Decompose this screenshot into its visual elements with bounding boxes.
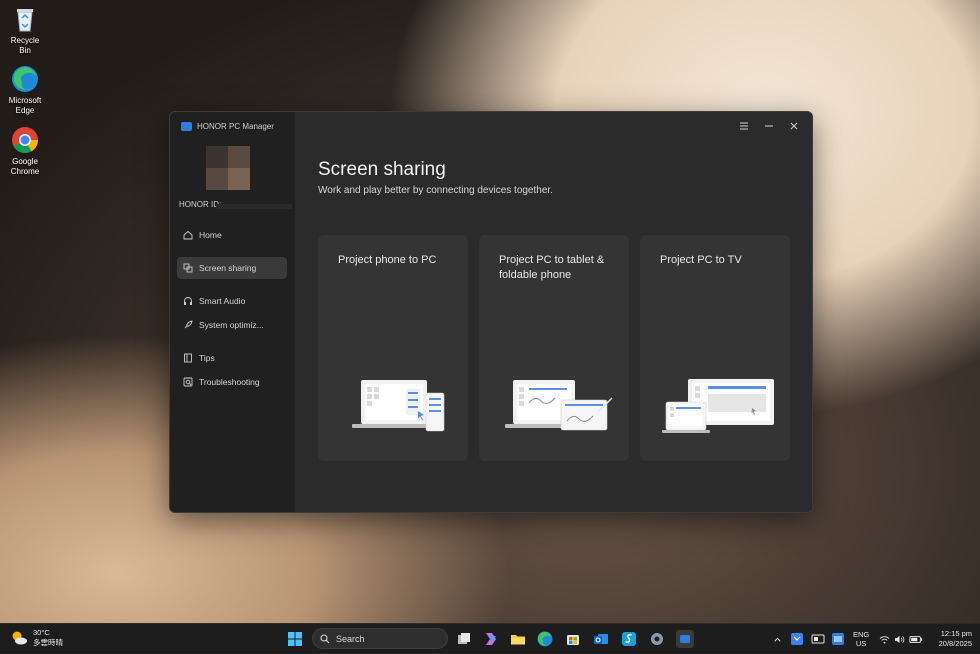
card-project-pc-to-tv[interactable]: Project PC to TV <box>640 235 790 461</box>
chrome-icon <box>10 125 40 155</box>
sidebar-item-label: Screen sharing <box>199 263 257 273</box>
sidebar-item-troubleshooting[interactable]: Troubleshooting <box>177 371 287 393</box>
honor-logo-icon <box>181 122 192 131</box>
desktop-icon-label: Google Chrome <box>10 157 40 176</box>
sidebar-item-home[interactable]: Home <box>177 224 287 246</box>
desktop-icon-microsoft-edge[interactable]: Microsoft Edge <box>4 64 46 116</box>
main-content: Screen sharing Work and play better by c… <box>295 112 812 512</box>
sidebar-item-label: Troubleshooting <box>199 377 260 387</box>
edge-icon[interactable] <box>536 630 554 648</box>
sidebar-item-label: System optimiz... <box>199 320 264 330</box>
book-icon <box>184 353 192 363</box>
chevron-up-icon[interactable] <box>773 635 782 644</box>
avatar[interactable] <box>206 146 250 190</box>
outlook-icon[interactable] <box>592 630 610 648</box>
sidebar: HONOR PC Manager HONOR ID: Home Screen s… <box>170 112 295 512</box>
lang-line1: ENG <box>853 630 870 639</box>
tray-honor-icon[interactable] <box>831 632 845 646</box>
card-title: Project PC to TV <box>660 254 742 266</box>
page-title: Screen sharing <box>318 159 446 180</box>
desktop-icon-label: Microsoft Edge <box>8 96 42 115</box>
sidebar-item-label: Home <box>199 230 222 240</box>
desktop-icon-recycle-bin[interactable]: Recycle Bin <box>4 4 46 56</box>
wifi-icon <box>879 635 890 644</box>
pc-to-tv-illustration <box>662 379 774 433</box>
recycle-bin-icon <box>10 4 40 34</box>
rocket-icon <box>184 320 193 329</box>
hamburger-icon <box>740 122 748 130</box>
sidebar-item-label: Smart Audio <box>199 296 246 306</box>
microsoft-store-icon[interactable] <box>564 630 582 648</box>
app-title-bar: HONOR PC Manager <box>181 122 274 131</box>
weather-temp: 30°C <box>33 628 50 637</box>
edge-icon <box>10 64 40 94</box>
clock[interactable]: 12:15 pm 20/8/2025 <box>932 624 972 654</box>
card-project-phone-to-pc[interactable]: Project phone to PC <box>318 235 468 461</box>
sidebar-item-system-optimization[interactable]: System optimiz... <box>177 314 287 336</box>
file-explorer-icon[interactable] <box>509 630 527 648</box>
clock-time: 12:15 pm <box>940 629 972 638</box>
desktop-icon-google-chrome[interactable]: Google Chrome <box>4 125 46 177</box>
card-title: Project PC to tablet & foldable phone <box>499 254 605 281</box>
battery-icon <box>909 635 923 643</box>
menu-button[interactable] <box>734 118 754 134</box>
windows-start-icon[interactable] <box>286 630 304 648</box>
pc-to-tablet-illustration <box>505 380 613 431</box>
taskbar-search[interactable]: Search <box>312 628 448 649</box>
partly-cloudy-icon <box>12 631 27 645</box>
tray-app-icon[interactable] <box>790 632 804 646</box>
phone-to-pc-illustration <box>352 380 445 432</box>
app-s-icon[interactable] <box>620 630 638 648</box>
honor-pc-manager-window: HONOR PC Manager HONOR ID: Home Screen s… <box>169 111 813 513</box>
language-indicator[interactable]: ENG US <box>853 624 869 654</box>
screen-share-icon <box>183 263 193 273</box>
card-title: Project phone to PC <box>338 254 437 266</box>
search-icon <box>320 633 330 643</box>
honor-id-value-redacted <box>216 204 292 209</box>
home-icon <box>183 230 193 240</box>
troubleshoot-icon <box>183 377 193 387</box>
minimize-button[interactable] <box>759 118 779 134</box>
weather-desc: 多雲時晴 <box>33 638 63 647</box>
sidebar-item-screen-sharing[interactable]: Screen sharing <box>177 257 287 279</box>
page-subtitle: Work and play better by connecting devic… <box>318 185 553 196</box>
clock-date: 20/8/2025 <box>938 639 972 648</box>
honor-pc-manager-taskbar-icon[interactable] <box>676 630 694 648</box>
task-view-icon[interactable] <box>455 630 473 648</box>
tray-device-icon[interactable] <box>811 632 825 646</box>
copilot-icon[interactable] <box>482 630 500 648</box>
weather-widget[interactable]: 30°C 多雲時晴 <box>10 628 63 648</box>
search-label: Search <box>336 633 365 644</box>
settings-gear-icon[interactable] <box>648 630 666 648</box>
card-project-pc-to-tablet[interactable]: Project PC to tablet & foldable phone <box>479 235 629 461</box>
taskbar: 30°C 多雲時晴 Search ENG US 12:15 pm 20/8/20… <box>0 623 980 653</box>
minimize-icon <box>765 125 773 127</box>
volume-icon <box>895 635 905 643</box>
honor-id-label: HONOR ID: <box>179 200 222 209</box>
close-button[interactable] <box>784 118 804 134</box>
system-tray <box>773 624 782 654</box>
quick-settings[interactable] <box>879 624 923 654</box>
sidebar-item-label: Tips <box>199 353 215 363</box>
desktop-icon-label: Recycle Bin <box>10 36 40 55</box>
app-title: HONOR PC Manager <box>197 122 274 131</box>
sidebar-item-tips[interactable]: Tips <box>177 347 287 369</box>
sidebar-item-smart-audio[interactable]: Smart Audio <box>177 290 287 312</box>
lang-line2: US <box>855 639 867 648</box>
headphones-icon <box>184 297 192 305</box>
close-icon <box>790 122 798 130</box>
